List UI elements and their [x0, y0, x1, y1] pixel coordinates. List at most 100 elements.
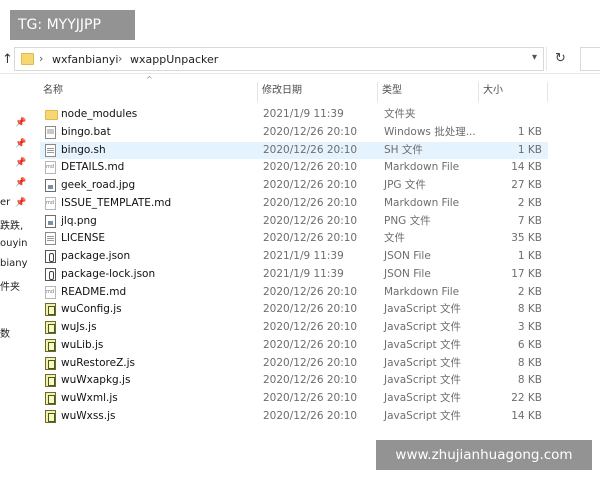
nav-item-fragment[interactable]: biany	[0, 258, 28, 269]
file-row[interactable]: bingo.bat 2020/12/26 20:10 Windows 批处理... 1…	[40, 124, 548, 142]
file-row[interactable]: package-lock.json 2021/1/9 11:39 JSON File…	[40, 266, 548, 284]
file-modified-date: 2021/1/9 11:39	[263, 250, 344, 262]
file-name: wuWxml.js	[61, 392, 118, 404]
file-row[interactable]: wuWxapkg.js 2020/12/26 20:10 JavaScript 文件…	[40, 372, 548, 390]
file-type: JavaScript 文件	[384, 338, 461, 351]
file-modified-date: 2020/12/26 20:10	[263, 196, 358, 209]
breadcrumb-separator: ›	[39, 52, 44, 65]
image-file-icon	[45, 214, 56, 228]
file-row[interactable]: node_modules 2021/1/9 11:39 文件夹	[40, 106, 548, 124]
file-size: 17 KB	[511, 267, 542, 280]
pin-icon: 📌	[15, 139, 27, 149]
file-modified-date: 2020/12/26 20:10	[263, 303, 358, 316]
file-name: DETAILS.md	[61, 161, 125, 174]
file-modified-date: 2020/12/26 20:10	[263, 374, 358, 387]
file-row[interactable]: wuConfig.js 2020/12/26 20:10 JavaScript 文件…	[40, 301, 548, 319]
pin-icon: 📌	[15, 178, 27, 188]
file-size: 8 KB	[517, 374, 542, 387]
nav-item-fragment[interactable]: 件夹	[0, 278, 20, 293]
file-name: bingo.sh	[61, 143, 106, 156]
file-row[interactable]: jlq.png 2020/12/26 20:10 PNG 文件 7 KB	[40, 213, 548, 231]
file-size: 35 KB	[511, 232, 542, 245]
file-type: JavaScript 文件	[384, 409, 461, 422]
file-name: README.md	[61, 285, 127, 298]
file-type: JSON File	[384, 250, 431, 262]
search-input[interactable]	[580, 47, 600, 71]
file-size: 14 KB	[511, 409, 542, 422]
breadcrumb-separator: ›	[118, 52, 123, 65]
file-row[interactable]: wuRestoreZ.js 2020/12/26 20:10 JavaScript …	[40, 355, 548, 373]
javascript-file-icon	[45, 409, 56, 423]
column-header-type[interactable]: 类型	[379, 82, 479, 102]
file-size: 1 KB	[517, 250, 542, 262]
javascript-file-icon	[45, 392, 56, 405]
file-row[interactable]: bingo.sh 2020/12/26 20:10 SH 文件 1 KB	[40, 141, 548, 160]
file-type: JavaScript 文件	[384, 356, 461, 369]
file-size: 27 KB	[511, 179, 542, 191]
nav-item-fragment[interactable]: 跌跌,	[0, 217, 23, 232]
file-type: Windows 批处理...	[384, 125, 476, 138]
file-modified-date: 2021/1/9 11:39	[263, 267, 344, 280]
pin-icon: 📌	[15, 158, 27, 168]
file-row[interactable]: wuWxss.js 2020/12/26 20:10 JavaScript 文件 14…	[40, 408, 548, 426]
address-bar[interactable]: › wxfanbianyi › wxappUnpacker ▾	[14, 47, 544, 71]
column-header-size[interactable]: 大小	[480, 82, 548, 102]
text-file-icon	[45, 143, 56, 157]
file-name: jlq.png	[61, 214, 97, 227]
file-size: 8 KB	[517, 356, 542, 369]
file-type: PNG 文件	[384, 214, 431, 227]
file-type: 文件	[384, 232, 405, 245]
file-type: Markdown File	[384, 196, 460, 209]
file-modified-date: 2020/12/26 20:10	[263, 409, 358, 422]
file-name: wuRestoreZ.js	[61, 356, 136, 369]
file-size: 3 KB	[517, 321, 542, 333]
file-type: Markdown File	[384, 285, 460, 298]
file-type: JavaScript 文件	[384, 321, 461, 333]
file-modified-date: 2021/1/9 11:39	[263, 108, 344, 120]
file-name: wuLib.js	[61, 338, 104, 351]
up-arrow-icon[interactable]: ↑	[2, 52, 13, 67]
file-modified-date: 2020/12/26 20:10	[263, 285, 358, 298]
file-row[interactable]: ISSUE_TEMPLATE.md 2020/12/26 20:10 Markdow…	[40, 195, 548, 213]
markdown-file-icon	[45, 196, 56, 210]
file-name: package-lock.json	[61, 267, 156, 280]
file-row[interactable]: package.json 2021/1/9 11:39 JSON File 1 KB	[40, 248, 548, 266]
file-modified-date: 2020/12/26 20:10	[263, 321, 358, 333]
file-name: wuWxss.js	[61, 409, 116, 422]
file-name: bingo.bat	[61, 125, 111, 138]
folder-icon	[21, 53, 34, 65]
markdown-file-icon	[45, 285, 56, 299]
file-row[interactable]: README.md 2020/12/26 20:10 Markdown File 2 …	[40, 284, 548, 302]
file-size: 8 KB	[517, 303, 542, 316]
file-row[interactable]: LICENSE 2020/12/26 20:10 文件 35 KB	[40, 230, 548, 248]
breadcrumb-wxfanbianyi[interactable]: wxfanbianyi	[52, 53, 118, 66]
image-file-icon	[45, 179, 56, 192]
pin-icon: 📌	[15, 118, 27, 128]
address-bar-row: ↑ › wxfanbianyi › wxappUnpacker ▾ ↻	[0, 44, 600, 74]
file-modified-date: 2020/12/26 20:10	[263, 232, 358, 245]
chevron-down-icon[interactable]: ▾	[532, 52, 537, 63]
javascript-file-icon	[45, 374, 56, 388]
file-row[interactable]: geek_road.jpg 2020/12/26 20:10 JPG 文件 27 KB	[40, 177, 548, 195]
file-type: JavaScript 文件	[384, 392, 461, 404]
folder-icon	[45, 110, 58, 120]
file-size: 1 KB	[517, 143, 542, 156]
file-modified-date: 2020/12/26 20:10	[263, 356, 358, 369]
file-row[interactable]: wuWxml.js 2020/12/26 20:10 JavaScript 文件 22…	[40, 390, 548, 408]
pin-icon: 📌	[15, 198, 27, 208]
column-header-date[interactable]: 修改日期	[259, 82, 378, 102]
breadcrumb-wxappunpacker[interactable]: wxappUnpacker	[130, 53, 218, 66]
nav-item-fragment[interactable]: ouyin	[0, 238, 28, 249]
file-row[interactable]: wuJs.js 2020/12/26 20:10 JavaScript 文件 3 KB	[40, 319, 548, 337]
markdown-file-icon	[45, 161, 56, 175]
file-type: JavaScript 文件	[384, 374, 461, 387]
javascript-file-icon	[45, 356, 56, 370]
nav-item-fragment[interactable]: er	[0, 197, 10, 208]
file-row[interactable]: DETAILS.md 2020/12/26 20:10 Markdown File 1…	[40, 159, 548, 177]
refresh-icon: ↻	[555, 51, 566, 66]
refresh-button[interactable]: ↻	[546, 47, 574, 71]
file-row[interactable]: wuLib.js 2020/12/26 20:10 JavaScript 文件 6 K…	[40, 337, 548, 355]
file-name: node_modules	[61, 108, 138, 120]
nav-item-fragment[interactable]: 数	[0, 325, 10, 340]
column-header-name[interactable]: 名称	[40, 82, 258, 102]
